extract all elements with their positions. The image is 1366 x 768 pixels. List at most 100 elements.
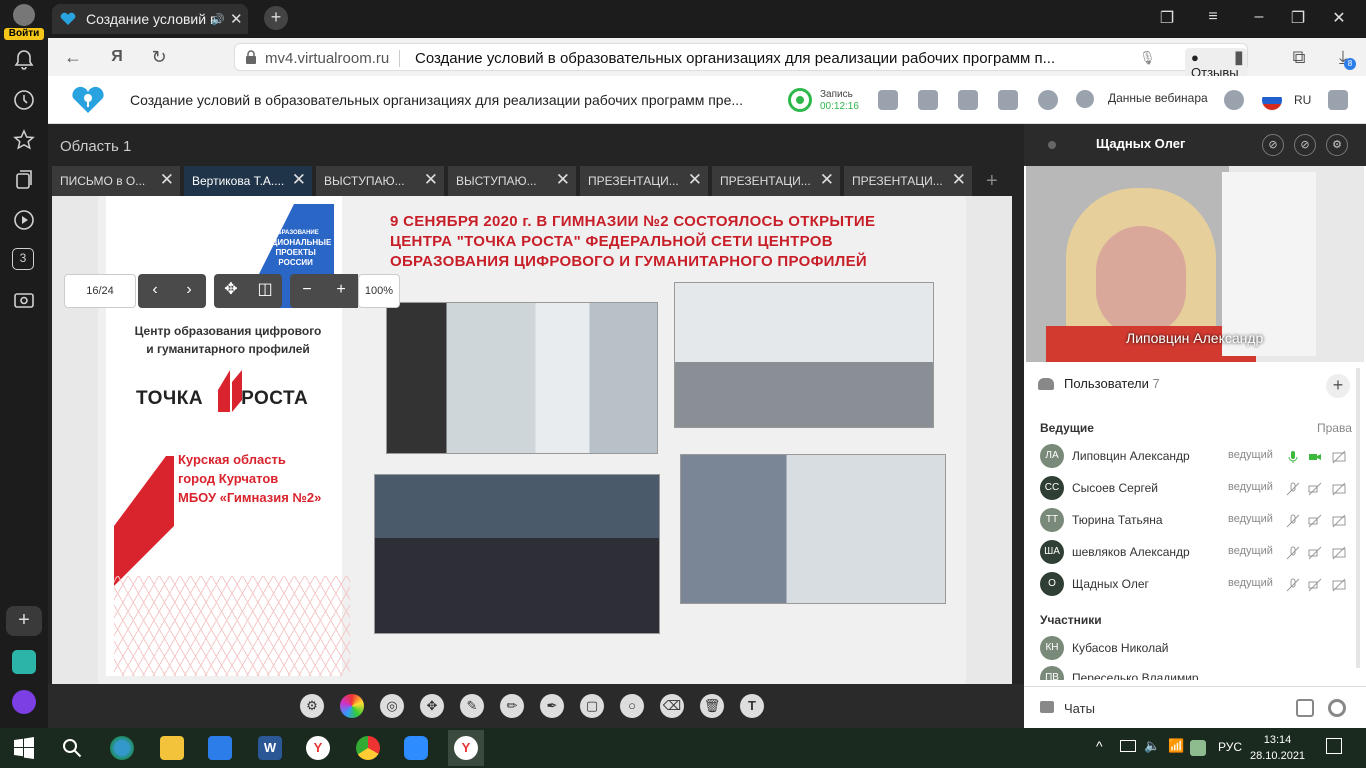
move-icon[interactable]: ✥ bbox=[420, 694, 444, 718]
close-icon[interactable]: ✕ bbox=[160, 170, 174, 190]
record-icon[interactable] bbox=[788, 88, 812, 112]
pen-icon[interactable]: ✒ bbox=[540, 694, 564, 718]
mic-off-icon[interactable]: ⊘ bbox=[1262, 134, 1284, 156]
next-page-icon[interactable]: › bbox=[172, 274, 206, 308]
history-icon[interactable] bbox=[12, 88, 36, 112]
brush-icon[interactable]: ✎ bbox=[460, 694, 484, 718]
microphone-icon[interactable]: 🎙 bbox=[1139, 50, 1156, 66]
explorer-icon[interactable] bbox=[160, 736, 184, 760]
messenger-icon[interactable] bbox=[12, 650, 36, 674]
pointer-icon[interactable]: ◎ bbox=[380, 694, 404, 718]
zoom-in-icon[interactable]: + bbox=[324, 274, 358, 308]
exit-icon[interactable] bbox=[1328, 90, 1348, 110]
yandex-icon[interactable]: Я bbox=[106, 46, 128, 68]
screen-off-icon[interactable] bbox=[1332, 514, 1346, 528]
doc-tab[interactable]: ПРЕЗЕНТАЦИ... ✕ bbox=[844, 166, 974, 196]
zoom-level[interactable]: 100% bbox=[358, 274, 400, 308]
doc-tab-active[interactable]: Вертикова Т.А.... ✕ bbox=[184, 166, 314, 196]
screen-share-icon[interactable] bbox=[918, 90, 938, 110]
antivirus-icon[interactable] bbox=[1190, 740, 1206, 756]
user-settings-icon[interactable] bbox=[1038, 90, 1058, 110]
back-icon[interactable]: ← bbox=[62, 46, 84, 68]
bell-icon[interactable] bbox=[12, 48, 36, 72]
doc-tab[interactable]: ВЫСТУПАЮ... ✕ bbox=[316, 166, 446, 196]
minimize-icon[interactable]: – bbox=[1247, 8, 1271, 26]
clock[interactable]: 13:14 28.10.2021 bbox=[1250, 732, 1305, 764]
word-icon[interactable]: W bbox=[258, 736, 282, 760]
info-icon[interactable] bbox=[1076, 90, 1094, 108]
collections-icon[interactable] bbox=[12, 168, 36, 192]
zoom-icon[interactable] bbox=[404, 736, 428, 760]
camera-off-icon[interactable] bbox=[1308, 482, 1322, 496]
participant-row[interactable]: КН Кубасов Николай bbox=[1038, 634, 1354, 662]
layout-icon[interactable] bbox=[878, 90, 898, 110]
fit-width-icon[interactable]: ◫ bbox=[248, 274, 282, 308]
close-icon[interactable]: ✕ bbox=[556, 170, 570, 190]
url-field[interactable]: mv4.virtualroom.ru Создание условий в об… bbox=[234, 43, 1248, 82]
russian-flag-icon[interactable] bbox=[1262, 90, 1282, 110]
close-window-icon[interactable]: ✕ bbox=[1327, 8, 1351, 28]
language-label[interactable]: RU bbox=[1294, 93, 1311, 107]
close-icon[interactable]: ✕ bbox=[952, 170, 966, 190]
settings-icon[interactable]: ⚙ bbox=[300, 694, 324, 718]
reload-icon[interactable]: ↻ bbox=[148, 46, 170, 68]
chat-settings-icon[interactable] bbox=[1328, 699, 1346, 717]
notifications-icon[interactable] bbox=[1326, 738, 1342, 754]
screenshot-icon[interactable] bbox=[12, 288, 36, 312]
downloads-icon[interactable]: ⤓ 8 bbox=[1332, 46, 1356, 70]
color-picker-icon[interactable] bbox=[340, 694, 364, 718]
camera-off-icon[interactable]: ⊘ bbox=[1294, 134, 1316, 156]
alice-icon[interactable] bbox=[12, 690, 36, 714]
add-document-icon[interactable]: + bbox=[986, 170, 998, 193]
close-icon[interactable]: ✕ bbox=[424, 170, 438, 190]
video-settings-icon[interactable]: ⚙ bbox=[1326, 134, 1348, 156]
network-icon[interactable]: 📶 bbox=[1168, 738, 1184, 754]
close-icon[interactable]: ✕ bbox=[292, 170, 306, 190]
screen-off-icon[interactable] bbox=[1332, 578, 1346, 592]
edge-icon[interactable] bbox=[110, 736, 134, 760]
virtualroom-logo-icon[interactable] bbox=[70, 86, 106, 114]
mic-off-icon[interactable] bbox=[1286, 514, 1300, 528]
screen-off-icon[interactable] bbox=[1332, 450, 1346, 464]
add-user-button[interactable]: + bbox=[1326, 374, 1350, 398]
camera-on-icon[interactable] bbox=[1308, 450, 1322, 464]
circle-icon[interactable]: ○ bbox=[620, 694, 644, 718]
camera-off-icon[interactable] bbox=[1308, 578, 1322, 592]
close-tab-icon[interactable]: ✕ bbox=[230, 10, 243, 28]
menu-icon[interactable]: ≡ bbox=[1201, 8, 1225, 26]
folder-icon[interactable] bbox=[998, 90, 1018, 110]
participant-row[interactable]: ПВ Переселько Владимир bbox=[1038, 664, 1354, 680]
doc-tab[interactable]: ПРЕЗЕНТАЦИ... ✕ bbox=[712, 166, 842, 196]
mic-off-icon[interactable] bbox=[1286, 482, 1300, 496]
close-icon[interactable]: ✕ bbox=[820, 170, 834, 190]
keyboard-language[interactable]: РУС bbox=[1218, 740, 1242, 754]
translate-icon[interactable]: ⧉ bbox=[1288, 46, 1310, 68]
users-scrollbar[interactable] bbox=[1356, 368, 1360, 668]
camera-off-icon[interactable] bbox=[1308, 514, 1322, 528]
video-feed[interactable]: Липовцин Александр bbox=[1026, 166, 1364, 362]
fit-screen-icon[interactable]: ✥ bbox=[214, 274, 248, 308]
close-icon[interactable]: ✕ bbox=[688, 170, 702, 190]
host-row[interactable]: О Щадных Олег ведущий bbox=[1038, 570, 1354, 598]
active-yandex-icon[interactable]: Y bbox=[448, 730, 484, 766]
doc-tab[interactable]: ПРЕЗЕНТАЦИ... ✕ bbox=[580, 166, 710, 196]
restore-icon[interactable]: ❐ bbox=[1286, 8, 1310, 28]
eraser-icon[interactable]: ⌫ bbox=[660, 694, 684, 718]
trash-icon[interactable]: 🗑 bbox=[700, 694, 724, 718]
doc-tab[interactable]: ВЫСТУПАЮ... ✕ bbox=[448, 166, 578, 196]
pencil-icon[interactable]: ✏ bbox=[500, 694, 524, 718]
host-row[interactable]: ТТ Тюрина Татьяна ведущий bbox=[1038, 506, 1354, 534]
host-row[interactable]: СС Сысоев Сергей ведущий bbox=[1038, 474, 1354, 502]
yandex-browser-icon[interactable]: Y bbox=[306, 736, 330, 760]
host-row[interactable]: ЛА Липовцин Александр ведущий bbox=[1038, 442, 1354, 470]
rectangle-icon[interactable]: ▢ bbox=[580, 694, 604, 718]
bookmark-icon[interactable]: ▮ bbox=[1228, 46, 1250, 68]
volume-icon[interactable]: 🔈 bbox=[1144, 738, 1160, 754]
mic-off-icon[interactable] bbox=[1286, 578, 1300, 592]
page-indicator[interactable]: 16/24 bbox=[64, 274, 136, 308]
prev-page-icon[interactable]: ‹ bbox=[138, 274, 172, 308]
presentation-viewer[interactable]: ОБРАЗОВАНИЕ НАЦИОНАЛЬНЫЕ ПРОЕКТЫ РОССИИ … bbox=[52, 196, 1012, 684]
speaker-icon[interactable]: 🔊 bbox=[211, 13, 225, 26]
browser-tab[interactable]: Создание условий в 🔊 ✕ bbox=[52, 4, 248, 34]
add-panel-button[interactable]: + bbox=[6, 606, 42, 636]
